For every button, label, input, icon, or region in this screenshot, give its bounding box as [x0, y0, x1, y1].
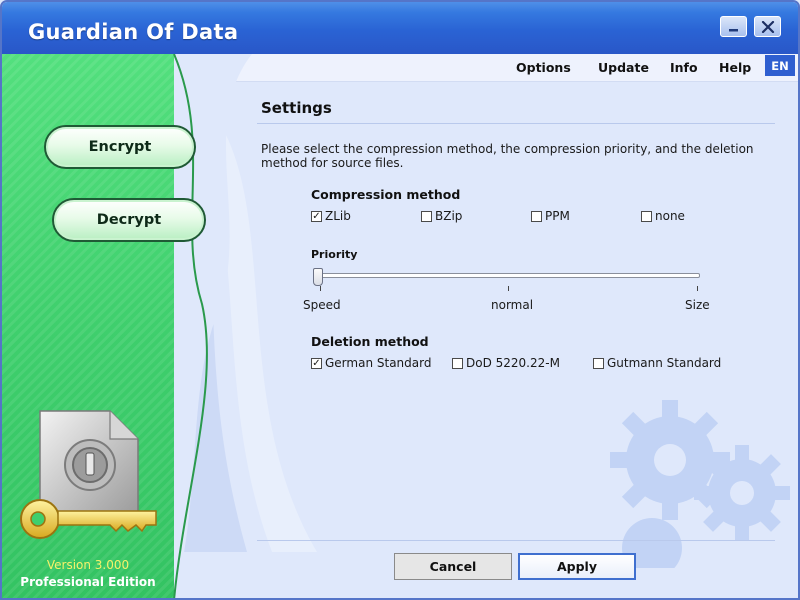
- decrypt-button[interactable]: Decrypt: [52, 198, 206, 242]
- app-title: Guardian Of Data: [28, 20, 239, 44]
- close-icon: [761, 20, 774, 33]
- slider-tick: [320, 286, 321, 291]
- compression-label: Compression method: [311, 187, 461, 202]
- priority-tick-size: Size: [685, 298, 710, 312]
- deletion-gutmann-option[interactable]: Gutmann Standard: [593, 356, 721, 370]
- encrypt-button[interactable]: Encrypt: [44, 125, 196, 169]
- slider-tick: [697, 286, 698, 291]
- option-label: DoD 5220.22-M: [466, 356, 560, 370]
- checkbox-icon[interactable]: [531, 210, 542, 222]
- checkbox-checked-icon[interactable]: ✓: [311, 210, 322, 222]
- compression-ppm-option[interactable]: PPM: [531, 209, 570, 223]
- checkbox-icon[interactable]: [593, 357, 604, 369]
- checkbox-icon[interactable]: [452, 357, 463, 369]
- option-label: BZip: [435, 209, 463, 223]
- menu-options[interactable]: Options: [516, 60, 571, 75]
- minimize-icon: [728, 28, 738, 31]
- menu-info[interactable]: Info: [670, 60, 698, 75]
- language-button[interactable]: EN: [765, 55, 795, 76]
- priority-slider-track[interactable]: [317, 273, 700, 278]
- deletion-dod-option[interactable]: DoD 5220.22-M: [452, 356, 560, 370]
- slider-tick: [508, 286, 509, 291]
- option-label: PPM: [545, 209, 570, 223]
- apply-button[interactable]: Apply: [518, 553, 636, 580]
- gears-watermark: [610, 400, 790, 568]
- option-label: Gutmann Standard: [607, 356, 722, 370]
- app-window: Guardian Of Data Options Update Info Hel…: [0, 0, 800, 600]
- title-divider: [257, 123, 775, 124]
- compression-zlib-option[interactable]: ✓ ZLib: [311, 209, 351, 223]
- lock-key-logo: [20, 410, 157, 539]
- menu-bar: Options Update Info Help EN: [172, 54, 798, 82]
- deletion-german-option[interactable]: ✓ German Standard: [311, 356, 431, 370]
- footer-divider: [257, 540, 775, 541]
- option-label: German Standard: [325, 356, 432, 370]
- menu-help[interactable]: Help: [719, 60, 751, 75]
- cancel-button[interactable]: Cancel: [394, 553, 512, 580]
- menu-update[interactable]: Update: [598, 60, 649, 75]
- compression-none-option[interactable]: none: [641, 209, 685, 223]
- checkbox-checked-icon[interactable]: ✓: [311, 357, 322, 369]
- settings-description: Please select the compression method, th…: [261, 142, 754, 170]
- priority-label: Priority: [311, 248, 358, 261]
- checkbox-icon[interactable]: [641, 210, 652, 222]
- priority-tick-speed: Speed: [303, 298, 341, 312]
- title-bar: Guardian Of Data: [2, 2, 798, 54]
- priority-tick-normal: normal: [491, 298, 534, 312]
- page-title: Settings: [261, 99, 332, 117]
- deletion-label: Deletion method: [311, 334, 429, 349]
- checkbox-icon[interactable]: [421, 210, 432, 222]
- edition-label: Professional Edition: [20, 575, 156, 589]
- close-button[interactable]: [754, 16, 781, 37]
- compression-bzip-option[interactable]: BZip: [421, 209, 462, 223]
- priority-slider-thumb[interactable]: [313, 268, 323, 286]
- minimize-button[interactable]: [720, 16, 747, 37]
- option-label: ZLib: [325, 209, 351, 223]
- version-label: Version 3.000: [46, 558, 130, 572]
- option-label: none: [655, 209, 685, 223]
